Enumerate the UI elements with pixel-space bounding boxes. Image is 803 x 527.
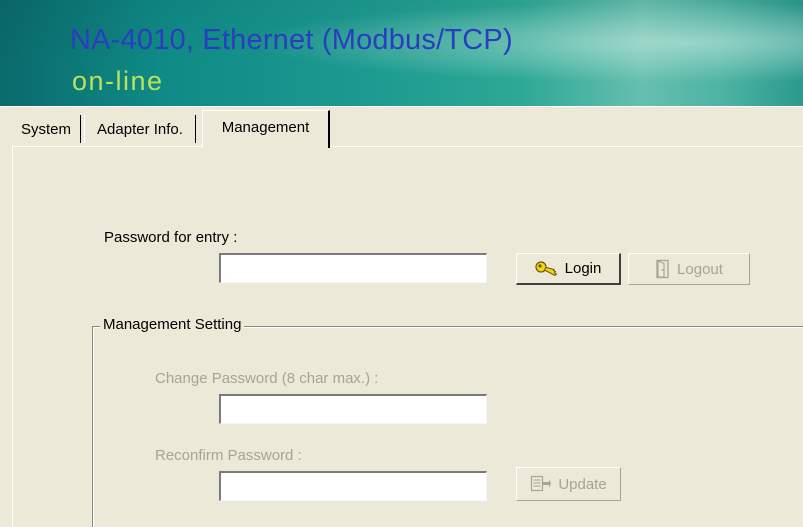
reconfirm-password-label: Reconfirm Password :	[155, 447, 302, 464]
tab-bar: System Adapter Info. Management	[0, 106, 803, 149]
login-button[interactable]: Login	[516, 253, 621, 285]
connection-status: on-line	[72, 66, 164, 96]
app-header: NA-4010, Ethernet (Modbus/TCP) on-line	[0, 0, 803, 106]
device-title: NA-4010, Ethernet (Modbus/TCP)	[70, 24, 513, 56]
change-password-input[interactable]	[219, 394, 487, 424]
door-icon	[655, 259, 671, 279]
tab-management[interactable]: Management	[202, 110, 330, 148]
logout-button[interactable]: Logout	[628, 253, 750, 285]
update-button[interactable]: Update	[516, 467, 621, 501]
password-label: Password for entry :	[104, 229, 238, 246]
reconfirm-password-input[interactable]	[219, 471, 487, 501]
update-icon	[530, 475, 552, 493]
management-setting-title: Management Setting	[100, 316, 245, 333]
update-button-label: Update	[558, 475, 607, 493]
logout-button-label: Logout	[677, 260, 723, 278]
password-input[interactable]	[219, 253, 487, 283]
login-button-label: Login	[564, 260, 602, 277]
tab-adapter-info[interactable]: Adapter Info.	[84, 115, 196, 143]
key-icon	[535, 260, 559, 278]
change-password-label: Change Password (8 char max.) :	[155, 370, 379, 387]
tab-system[interactable]: System	[12, 115, 81, 143]
